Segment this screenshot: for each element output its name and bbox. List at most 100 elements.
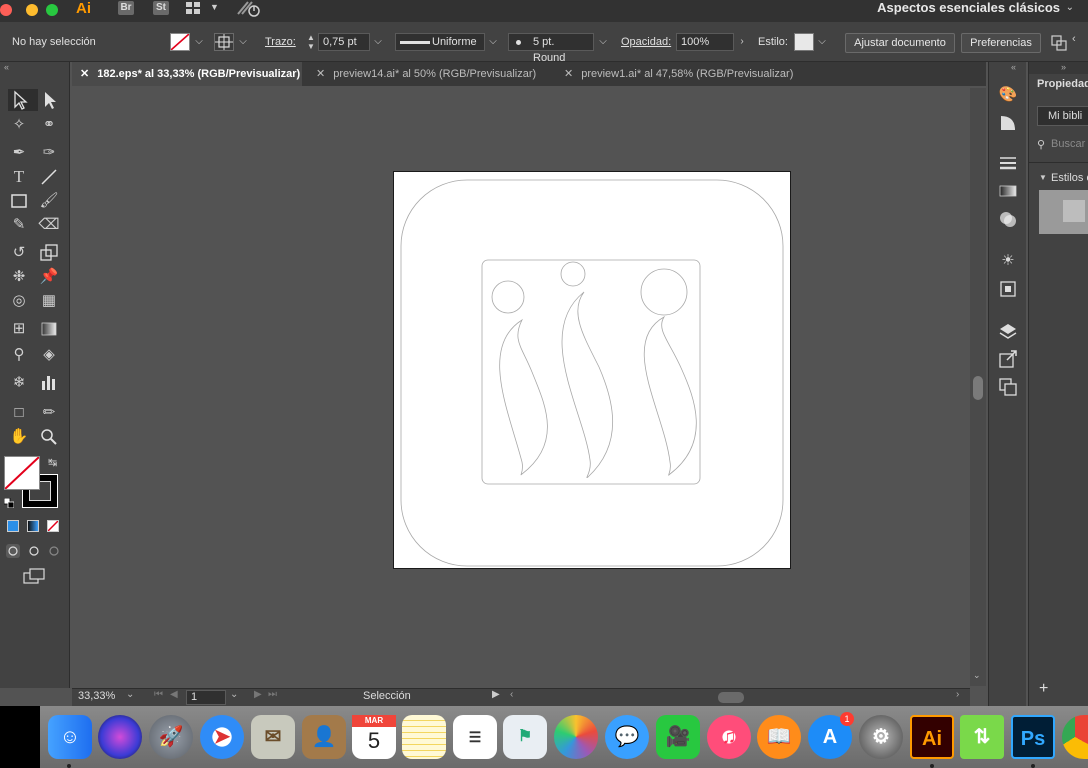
calendar-icon[interactable]: MAR 5 [352,715,396,759]
lasso-tool-icon[interactable]: ⚭ [38,114,60,136]
eyedropper-tool-icon[interactable]: ⚲ [8,344,30,366]
perspective-grid-tool-icon[interactable]: ▦ [38,290,60,312]
draw-inside-icon[interactable] [47,544,61,558]
graphic-styles-panel-icon[interactable] [997,278,1019,300]
opacity-chevron-icon[interactable]: › [736,33,748,51]
none-mode-icon[interactable] [47,520,59,532]
adjust-document-button[interactable]: Ajustar documento [845,33,955,53]
music-icon[interactable]: ♫ [707,715,751,759]
paintbrush-tool-icon[interactable]: 🖌 [38,190,60,212]
notes-icon[interactable] [402,715,446,759]
mail-icon[interactable]: ✉ [251,715,295,759]
asset-export-icon[interactable] [997,348,1019,370]
search-input[interactable]: Buscar [1051,138,1085,150]
photos-icon[interactable] [554,715,598,759]
selection-tool-icon[interactable] [8,89,30,111]
workspace-switcher[interactable]: Aspectos esenciales clásicos [877,0,1060,16]
finder-icon[interactable]: ☺ [48,715,92,759]
tab-preview1[interactable]: ✕ preview1.ai* al 47,58% (RGB/Previsualiz… [556,62,816,86]
chrome-icon[interactable] [1062,715,1088,759]
gpu-performance-icon[interactable] [236,0,260,18]
artboard-tool-icon[interactable]: □ [8,402,30,424]
next-artboard-icon[interactable]: ▶ [254,689,262,700]
stroke-stepper[interactable]: ▲ ▼ [305,33,317,51]
maps-icon[interactable]: ⚑ [503,715,547,759]
vertical-scroll-thumb[interactable] [973,376,983,400]
stroke-label[interactable]: Trazo: [265,36,296,48]
archive-utility-icon[interactable]: ⇅ [960,715,1004,759]
disclosure-triangle-icon[interactable]: ▼ [1039,173,1047,182]
arrange-documents-icon[interactable] [186,2,200,14]
facetime-icon[interactable]: 🎥 [656,715,700,759]
books-icon[interactable]: 📖 [757,715,801,759]
opacity-label[interactable]: Opacidad: [621,36,671,48]
brush-chevron-icon[interactable]: ⌵ [597,33,609,51]
default-colors-icon[interactable] [3,497,15,509]
fill-color-swatch-front[interactable] [4,456,40,490]
stroke-weight-input[interactable]: 0,75 pt [318,33,370,51]
color-panel-icon[interactable]: 🎨 [997,84,1019,106]
chevron-down-icon[interactable]: ▼ [210,2,219,12]
reminders-icon[interactable]: ☰ [453,715,497,759]
stock-badge[interactable]: St [153,1,169,15]
shaper-tool-icon[interactable]: ✎ [8,214,30,236]
draw-behind-icon[interactable] [27,544,41,558]
status-menu-icon[interactable]: ▶ [492,689,500,700]
previous-artboard-icon[interactable]: ◀ [170,689,178,700]
preferences-button[interactable]: Preferencias [961,33,1041,53]
opacity-input[interactable]: 100% [676,33,734,51]
vertical-scrollbar[interactable]: ⌄ [970,88,986,686]
arrange-icon[interactable] [1050,34,1068,52]
width-tool-icon[interactable]: ❉ [8,266,30,288]
blend-tool-icon[interactable]: ◈ [38,344,60,366]
stroke-weight-chevron-icon[interactable]: ⌵ [372,33,384,51]
fill-swatch[interactable] [170,33,190,51]
scroll-right-icon[interactable]: › [956,689,959,700]
collapse-panel-icon[interactable]: « [4,62,9,72]
graphic-style-swatch[interactable] [794,33,814,51]
bridge-badge[interactable]: Br [118,1,134,15]
close-tab-icon[interactable]: ✕ [316,68,325,80]
eraser-tool-icon[interactable]: ⌫ [38,214,60,236]
scroll-left-icon[interactable]: ‹ [510,689,513,700]
symbol-sprayer-tool-icon[interactable]: ❄ [8,372,30,394]
stroke-chevron-icon[interactable]: ⌵ [237,33,249,51]
transparency-panel-icon[interactable] [997,208,1019,230]
expand-panels-icon[interactable]: « [1011,62,1016,72]
last-artboard-icon[interactable]: ⏭ [268,689,277,700]
rotate-tool-icon[interactable]: ↺ [8,242,30,264]
color-mode-icon[interactable] [7,520,19,532]
style-thumbnail[interactable] [1039,190,1088,234]
zoom-window-button[interactable] [46,4,58,16]
zoom-tool-icon[interactable] [38,426,60,448]
artboard[interactable] [393,171,791,569]
curvature-tool-icon[interactable]: ✑ [38,142,60,164]
illustrator-app-icon[interactable]: Ai [910,715,954,759]
scale-tool-icon[interactable] [38,242,60,264]
draw-normal-icon[interactable] [6,544,20,558]
shape-builder-tool-icon[interactable]: ◎ [8,290,30,312]
swap-colors-icon[interactable]: ↹ [48,456,57,469]
launchpad-icon[interactable]: 🚀 [149,715,193,759]
panel-collapse-icon[interactable]: » [1061,62,1066,72]
type-tool-icon[interactable]: T [8,166,30,188]
gradient-tool-icon[interactable] [38,318,60,340]
stroke-panel-icon[interactable] [997,152,1019,174]
slice-tool-icon[interactable]: ✏ [38,402,60,424]
pen-tool-icon[interactable]: ✒ [8,142,30,164]
messages-icon[interactable]: 💬 [605,715,649,759]
minimize-window-button[interactable] [26,4,38,16]
artboard-number-input[interactable]: 1 [186,690,226,705]
rectangle-tool-icon[interactable] [8,190,30,212]
color-guide-icon[interactable] [997,112,1019,134]
puppet-warp-tool-icon[interactable]: 📌 [38,266,60,288]
style-chevron-icon[interactable]: ⌵ [816,33,828,51]
photoshop-app-icon[interactable]: Ps [1011,715,1055,759]
panel-title[interactable]: Propiedad [1037,78,1088,90]
mesh-tool-icon[interactable]: ⊞ [8,318,30,340]
styles-group-label[interactable]: Estilos c [1051,172,1088,184]
gradient-panel-icon[interactable] [997,180,1019,202]
zoom-chevron-icon[interactable]: ⌄ [126,689,134,700]
close-tab-icon[interactable]: ✕ [80,68,89,80]
add-icon[interactable]: + [1039,680,1048,698]
